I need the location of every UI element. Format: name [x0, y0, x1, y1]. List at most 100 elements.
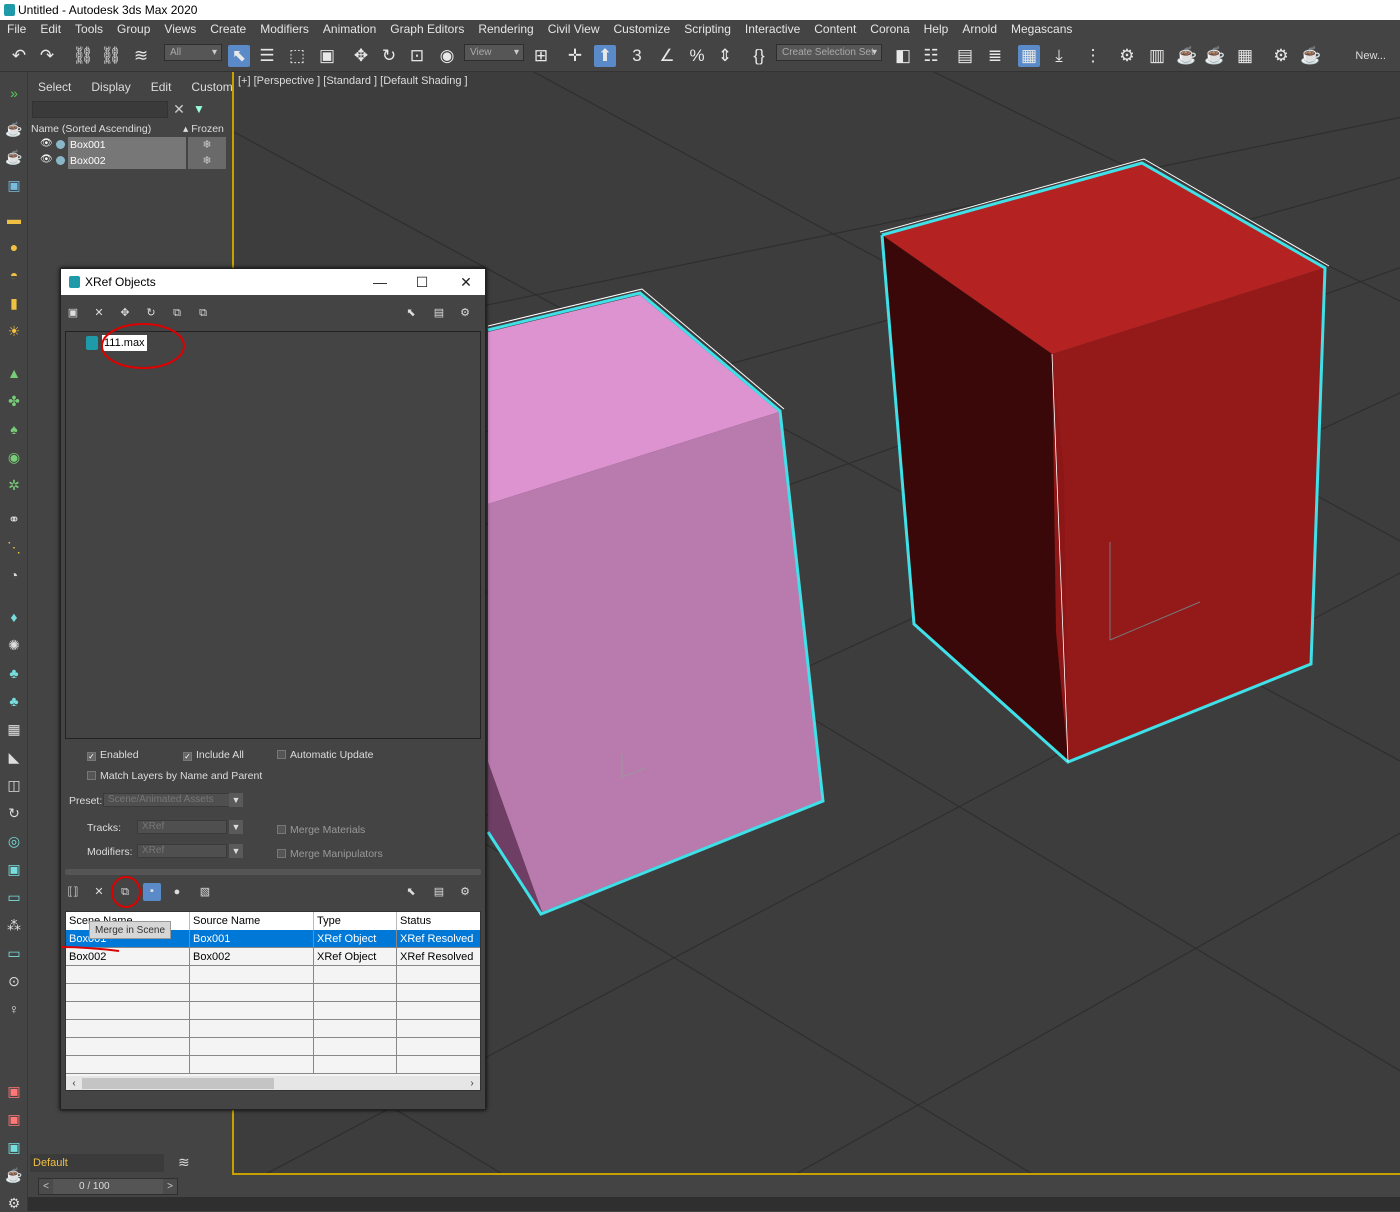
selection-set-dropdown[interactable]: Create Selection Set	[776, 44, 882, 61]
toggle-scene-explorer-icon[interactable]: ▤	[954, 45, 976, 67]
new-workspace-button[interactable]: New...	[1355, 50, 1386, 62]
menu-scripting[interactable]: Scripting	[677, 20, 738, 39]
select-by-name-icon[interactable]: ▤	[431, 305, 447, 321]
list-objects-icon[interactable]: ▪	[143, 883, 161, 901]
menu-create[interactable]: Create	[203, 20, 253, 39]
create-xref-record-icon[interactable]: ▣	[65, 305, 81, 321]
grid-icon[interactable]: ▦	[5, 720, 23, 738]
tree-icon[interactable]: ♣	[5, 692, 23, 710]
menu-content[interactable]: Content	[807, 20, 863, 39]
rotate-icon[interactable]: ↻	[378, 45, 400, 67]
teapot-icon[interactable]: ☕	[5, 148, 23, 166]
minimize-icon[interactable]: —	[363, 269, 397, 295]
undo-icon[interactable]: ↶	[8, 45, 30, 67]
toggle-ribbon-icon[interactable]: ▦	[1018, 45, 1040, 67]
menu-edit[interactable]: Edit	[33, 20, 68, 39]
menu-help[interactable]: Help	[917, 20, 956, 39]
particles-icon[interactable]: ⁂	[5, 916, 23, 934]
layers-icon[interactable]: ≋	[178, 1154, 190, 1171]
enabled-checkbox[interactable]: ✓ Enabled	[87, 749, 139, 761]
spotlight-icon[interactable]: ◣	[5, 748, 23, 766]
horizontal-scrollbar[interactable]: ‹ ›	[66, 1076, 480, 1090]
scroll-thumb[interactable]	[82, 1078, 274, 1089]
unlink-icon[interactable]: ⛓	[100, 45, 122, 67]
link-icon[interactable]: ⚭	[5, 510, 23, 528]
snaps-toggle-icon[interactable]: 3	[626, 45, 648, 67]
visibility-eye-icon[interactable]: 👁	[40, 138, 53, 149]
helper-icon[interactable]: ✲	[5, 476, 23, 494]
tab-select[interactable]: Select	[28, 80, 81, 96]
display-icon[interactable]: ▣	[5, 176, 23, 194]
merge-in-scene-icon[interactable]: ⧉	[169, 305, 185, 321]
automatic-update-checkbox[interactable]: Automatic Update	[277, 749, 373, 761]
scene-object-row[interactable]: 👁 Box002 ❄	[28, 153, 228, 169]
merge-manipulators-checkbox[interactable]: Merge Manipulators	[277, 848, 383, 860]
scale-icon[interactable]: ⊡	[406, 45, 428, 67]
tracks-dropdown[interactable]: XRef	[137, 820, 227, 834]
refresh-icon[interactable]: ↻	[143, 305, 159, 321]
box002-mesh[interactable]	[879, 158, 1330, 764]
render-in-cloud-icon[interactable]: ▦	[1234, 45, 1256, 67]
align-icon[interactable]: ☷	[920, 45, 942, 67]
visibility-eye-icon[interactable]: 👁	[40, 154, 53, 165]
menu-file[interactable]: File	[0, 20, 33, 39]
hierarchy-icon[interactable]: ⋱	[5, 538, 23, 556]
table-row[interactable]: Box002 Box002 XRef Object XRef Resolved	[66, 948, 480, 966]
arnold-render-icon[interactable]: ☕	[1300, 45, 1322, 67]
manipulate-icon[interactable]: ✛	[564, 45, 586, 67]
box-icon[interactable]: ▣	[5, 860, 23, 878]
clear-search-icon[interactable]: ✕	[171, 101, 187, 118]
include-all-checkbox[interactable]: ✓ Include All	[183, 749, 244, 761]
mirror-icon[interactable]: ◧	[892, 45, 914, 67]
menu-interactive[interactable]: Interactive	[738, 20, 807, 39]
render-icon[interactable]: ▣	[5, 1138, 23, 1156]
filter-icon[interactable]: ▼	[191, 101, 207, 118]
orbit-icon[interactable]: ⊙	[5, 972, 23, 990]
xref-file-name[interactable]: 111.max	[102, 335, 147, 351]
sun-icon[interactable]: ✺	[5, 636, 23, 654]
rendered-frame-window-icon[interactable]: ☕	[1176, 45, 1198, 67]
material-editor-icon[interactable]: ⚙	[1116, 45, 1138, 67]
merge-in-scene-icon[interactable]: ⧉	[117, 884, 133, 900]
table-row[interactable]	[66, 1002, 480, 1020]
maximize-icon[interactable]: ☐	[405, 269, 439, 295]
bind-spacewarp-icon[interactable]: ≋	[130, 45, 152, 67]
select-object-icon[interactable]: ⬉	[228, 45, 250, 67]
menu-tools[interactable]: Tools	[68, 20, 110, 39]
scroll-left-icon[interactable]: ‹	[67, 1076, 81, 1090]
tab-display[interactable]: Display	[81, 80, 140, 96]
remove-xref-record-icon[interactable]: ✕	[91, 305, 107, 321]
frozen-column-header[interactable]: ▴ Frozen	[183, 123, 224, 135]
curve-editor-icon[interactable]: ⤓	[1048, 45, 1070, 67]
type-header[interactable]: Type	[314, 912, 397, 930]
list-controllers-icon[interactable]: ▧	[197, 884, 213, 900]
time-slider[interactable]: < 0 / 100 >	[38, 1178, 178, 1195]
table-row[interactable]	[66, 1038, 480, 1056]
status-header[interactable]: Status	[397, 912, 480, 930]
panel-splitter[interactable]	[65, 869, 481, 875]
scroll-right-icon[interactable]: ›	[465, 1076, 479, 1090]
sphere-icon[interactable]: ●	[5, 238, 23, 256]
explorer-search-input[interactable]	[32, 101, 168, 118]
snowflake-icon[interactable]: ❄	[188, 153, 226, 169]
table-row[interactable]	[66, 984, 480, 1002]
toggle-layer-explorer-icon[interactable]: ≣	[984, 45, 1006, 67]
teapot-icon[interactable]: ☕	[5, 1166, 23, 1184]
current-layer-dropdown[interactable]: Default	[30, 1154, 164, 1172]
merge-materials-checkbox[interactable]: Merge Materials	[277, 824, 365, 836]
window-icon[interactable]: ▭	[5, 944, 23, 962]
placement-icon[interactable]: ◉	[436, 45, 458, 67]
menu-civil-view[interactable]: Civil View	[541, 20, 607, 39]
modifiers-dropdown[interactable]: XRef	[137, 844, 227, 858]
selection-filter-dropdown[interactable]: All	[164, 44, 222, 61]
menu-views[interactable]: Views	[157, 20, 203, 39]
object-name[interactable]: Box001	[70, 139, 106, 151]
light-icon[interactable]: ☀	[5, 322, 23, 340]
percent-snap-icon[interactable]: %	[686, 45, 708, 67]
table-row[interactable]	[66, 1056, 480, 1074]
select-by-name-icon[interactable]: ☰	[256, 45, 278, 67]
teapot-icon[interactable]: ☕	[5, 120, 23, 138]
settings-icon[interactable]: ⚙	[5, 1194, 23, 1212]
angle-snap-icon[interactable]: ∠	[656, 45, 678, 67]
snowflake-icon[interactable]: ❄	[188, 137, 226, 153]
